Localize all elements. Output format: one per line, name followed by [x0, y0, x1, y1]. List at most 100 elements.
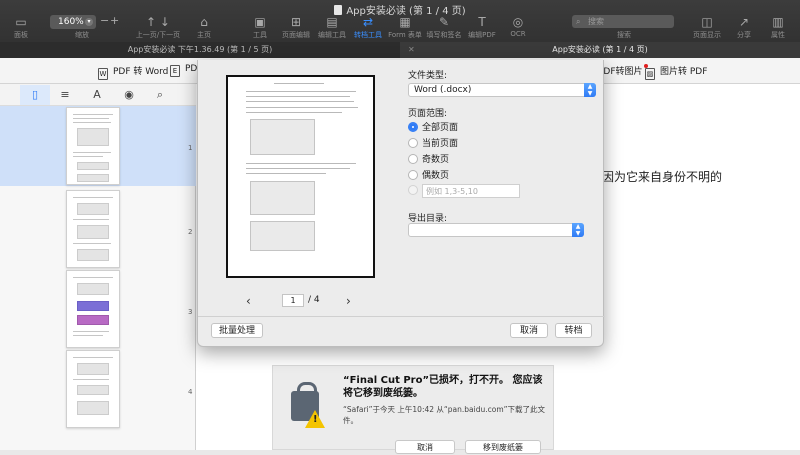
- chevron-left-icon[interactable]: ‹: [246, 294, 251, 308]
- share-button[interactable]: ↗ 分享: [732, 14, 756, 40]
- page-range-label: 页面范围:: [408, 109, 448, 119]
- outline-tab[interactable]: ≡: [50, 85, 80, 105]
- cancel-button[interactable]: 取消: [510, 323, 548, 338]
- home-button[interactable]: ⌂ 主页: [192, 14, 216, 40]
- tool-button-edit-tools[interactable]: ▤ 编辑工具: [316, 14, 348, 40]
- tool-button-ocr[interactable]: ◎ OCR: [506, 14, 530, 38]
- convert-button[interactable]: 转档: [555, 323, 592, 338]
- tab-document-1[interactable]: App安装必读 下午1.36.49 (第 1 / 5 页): [0, 42, 400, 58]
- sidebar-search-icon: ⌕: [156, 88, 164, 101]
- thumbnail-row[interactable]: 1: [0, 106, 196, 186]
- tool-button-edit-pdf[interactable]: T 编辑PDF: [466, 14, 498, 40]
- convert-icon: ⇄: [362, 15, 374, 29]
- page-number: 3: [188, 308, 193, 316]
- page-thumbnail[interactable]: [66, 270, 120, 348]
- properties-button[interactable]: ▥ 属性: [766, 14, 790, 40]
- convert-dialog: ‹ 1 / 4 › 文件类型: Word (.docx) ▲ ▼ 页面范围: 全部页…: [197, 60, 605, 347]
- radio-all-pages[interactable]: 全部页面: [408, 120, 458, 133]
- thumbnail-row[interactable]: 4: [0, 350, 196, 430]
- search-icon: ⌕: [576, 17, 581, 26]
- radio-odd-pages[interactable]: 奇数页: [408, 152, 449, 165]
- page-thumbnail[interactable]: [66, 190, 120, 268]
- toolbox-icon: ▣: [254, 15, 266, 29]
- thumbnail-row[interactable]: 2: [0, 190, 196, 270]
- radio-dot: [408, 138, 418, 148]
- page-range-input[interactable]: 例如 1,3-5,10: [422, 184, 520, 198]
- page-thumbnail[interactable]: [66, 107, 120, 185]
- preview-screenshot: [250, 221, 315, 251]
- thumbnails-icon: ▯: [31, 88, 39, 101]
- share-icon: ↗: [738, 15, 750, 29]
- tool-button-tools[interactable]: ▣ 工具: [248, 14, 272, 40]
- annotation-icon: A: [93, 88, 101, 101]
- page-number-input[interactable]: 1: [282, 294, 304, 307]
- annotation-tab[interactable]: A: [82, 85, 112, 105]
- ocr-icon: ◎: [512, 15, 524, 29]
- select-arrows-icon: ▲ ▼: [572, 223, 584, 237]
- pdf-edit-icon: T: [478, 15, 486, 29]
- grid-icon: ⊞: [290, 15, 302, 29]
- image-to-pdf-button[interactable]: ▨ 图片转 PDF: [645, 64, 707, 80]
- page-number: 2: [188, 228, 193, 236]
- radio-custom-range[interactable]: [408, 185, 422, 196]
- tab-document-2[interactable]: App安装必读 (第 1 / 4 页): [400, 42, 800, 58]
- search-input[interactable]: ⌕ 搜索: [572, 15, 674, 28]
- sidebar-search-tab[interactable]: ⌕: [145, 85, 175, 105]
- edit-icon: ▤: [326, 15, 338, 29]
- snapshot-tab[interactable]: ◉: [114, 85, 144, 105]
- file-type-select[interactable]: Word (.docx) ▲ ▼: [408, 83, 596, 97]
- search-label: 搜索: [617, 31, 631, 39]
- home-icon: ⌂: [200, 15, 208, 29]
- sidebar-toggle-button[interactable]: ▭ 面板: [8, 14, 34, 40]
- zoom-in-button[interactable]: +: [110, 14, 119, 27]
- camera-icon: ◉: [124, 88, 134, 101]
- page-display-button[interactable]: ◫ 页面显示: [690, 14, 724, 40]
- zoom-label: 缩放: [75, 31, 89, 39]
- zoom-value: 160%: [58, 17, 84, 27]
- zoom-out-button[interactable]: −: [100, 14, 109, 27]
- preview-screenshot: [250, 119, 315, 155]
- radio-dot: [408, 122, 418, 132]
- close-tab-icon[interactable]: ✕: [408, 45, 415, 54]
- chevron-right-icon[interactable]: ›: [346, 294, 351, 308]
- zoom-chevron-icon: ▾: [85, 18, 93, 26]
- tool-button-convert[interactable]: ⇄ 转档工具: [352, 14, 384, 40]
- tool-button-form[interactable]: ▦ Form 表单: [388, 14, 422, 40]
- excel-icon: E: [170, 65, 180, 77]
- page-number: 1: [188, 144, 193, 152]
- batch-process-button[interactable]: 批量处理: [211, 323, 263, 338]
- page-thumbnail[interactable]: [66, 350, 120, 428]
- radio-current-page[interactable]: 当前页面: [408, 136, 458, 149]
- search-placeholder: 搜索: [588, 17, 604, 26]
- radio-dot: [408, 154, 418, 164]
- radio-even-pages[interactable]: 偶数页: [408, 168, 449, 181]
- thumbnail-row[interactable]: 3: [0, 270, 196, 350]
- select-arrows-icon: ▲ ▼: [584, 83, 596, 97]
- properties-icon: ▥: [772, 15, 784, 29]
- main-toolbar: App安装必读 (第 1 / 4 页) ▭ 面板 160% ▾ − + 缩放 ↑ ↓…: [0, 0, 800, 42]
- pdf-to-word-button[interactable]: W PDF 转 Word: [98, 64, 168, 80]
- alert-title: “Final Cut Pro”已损坏，打不开。 您应该将它移到废纸篓。: [343, 375, 543, 399]
- file-type-label: 文件类型:: [408, 71, 448, 81]
- word-icon: W: [98, 68, 108, 80]
- arrow-up-down-icon: ↑ ↓: [146, 15, 170, 29]
- tool-button-page-edit[interactable]: ⊞ 页面编辑: [280, 14, 312, 40]
- page-number: 4: [188, 388, 193, 396]
- tab-bar: App安装必读 下午1.36.49 (第 1 / 5 页) App安装必读 (第…: [0, 42, 800, 58]
- sidebar-toggle-icon: ▭: [15, 15, 27, 29]
- radio-dot: [408, 185, 418, 195]
- warning-icon: !: [305, 410, 325, 428]
- pdf-to-image-button[interactable]: PDF转图片: [598, 64, 648, 77]
- file-type-value: Word (.docx): [414, 85, 472, 95]
- export-dir-select[interactable]: ▲ ▼: [408, 223, 584, 237]
- tool-button-fill-sign[interactable]: ✎ 填写和签名: [426, 14, 462, 40]
- embedded-alert-screenshot: ! “Final Cut Pro”已损坏，打不开。 您应该将它移到废纸篓。 “S…: [272, 365, 554, 454]
- alert-body: “Safari”于今天 上午10:42 从“pan.baidu.com”下载了此…: [343, 405, 546, 425]
- page-nav-label: 上一页/下一页: [135, 31, 181, 39]
- page-nav-buttons[interactable]: ↑ ↓ 上一页/下一页: [134, 14, 182, 40]
- thumbnails-tab[interactable]: ▯: [20, 85, 50, 105]
- preview-screenshot: [250, 181, 315, 215]
- page-display-icon: ◫: [701, 15, 713, 29]
- sign-icon: ✎: [438, 15, 450, 29]
- zoom-select[interactable]: 160% ▾: [50, 15, 96, 29]
